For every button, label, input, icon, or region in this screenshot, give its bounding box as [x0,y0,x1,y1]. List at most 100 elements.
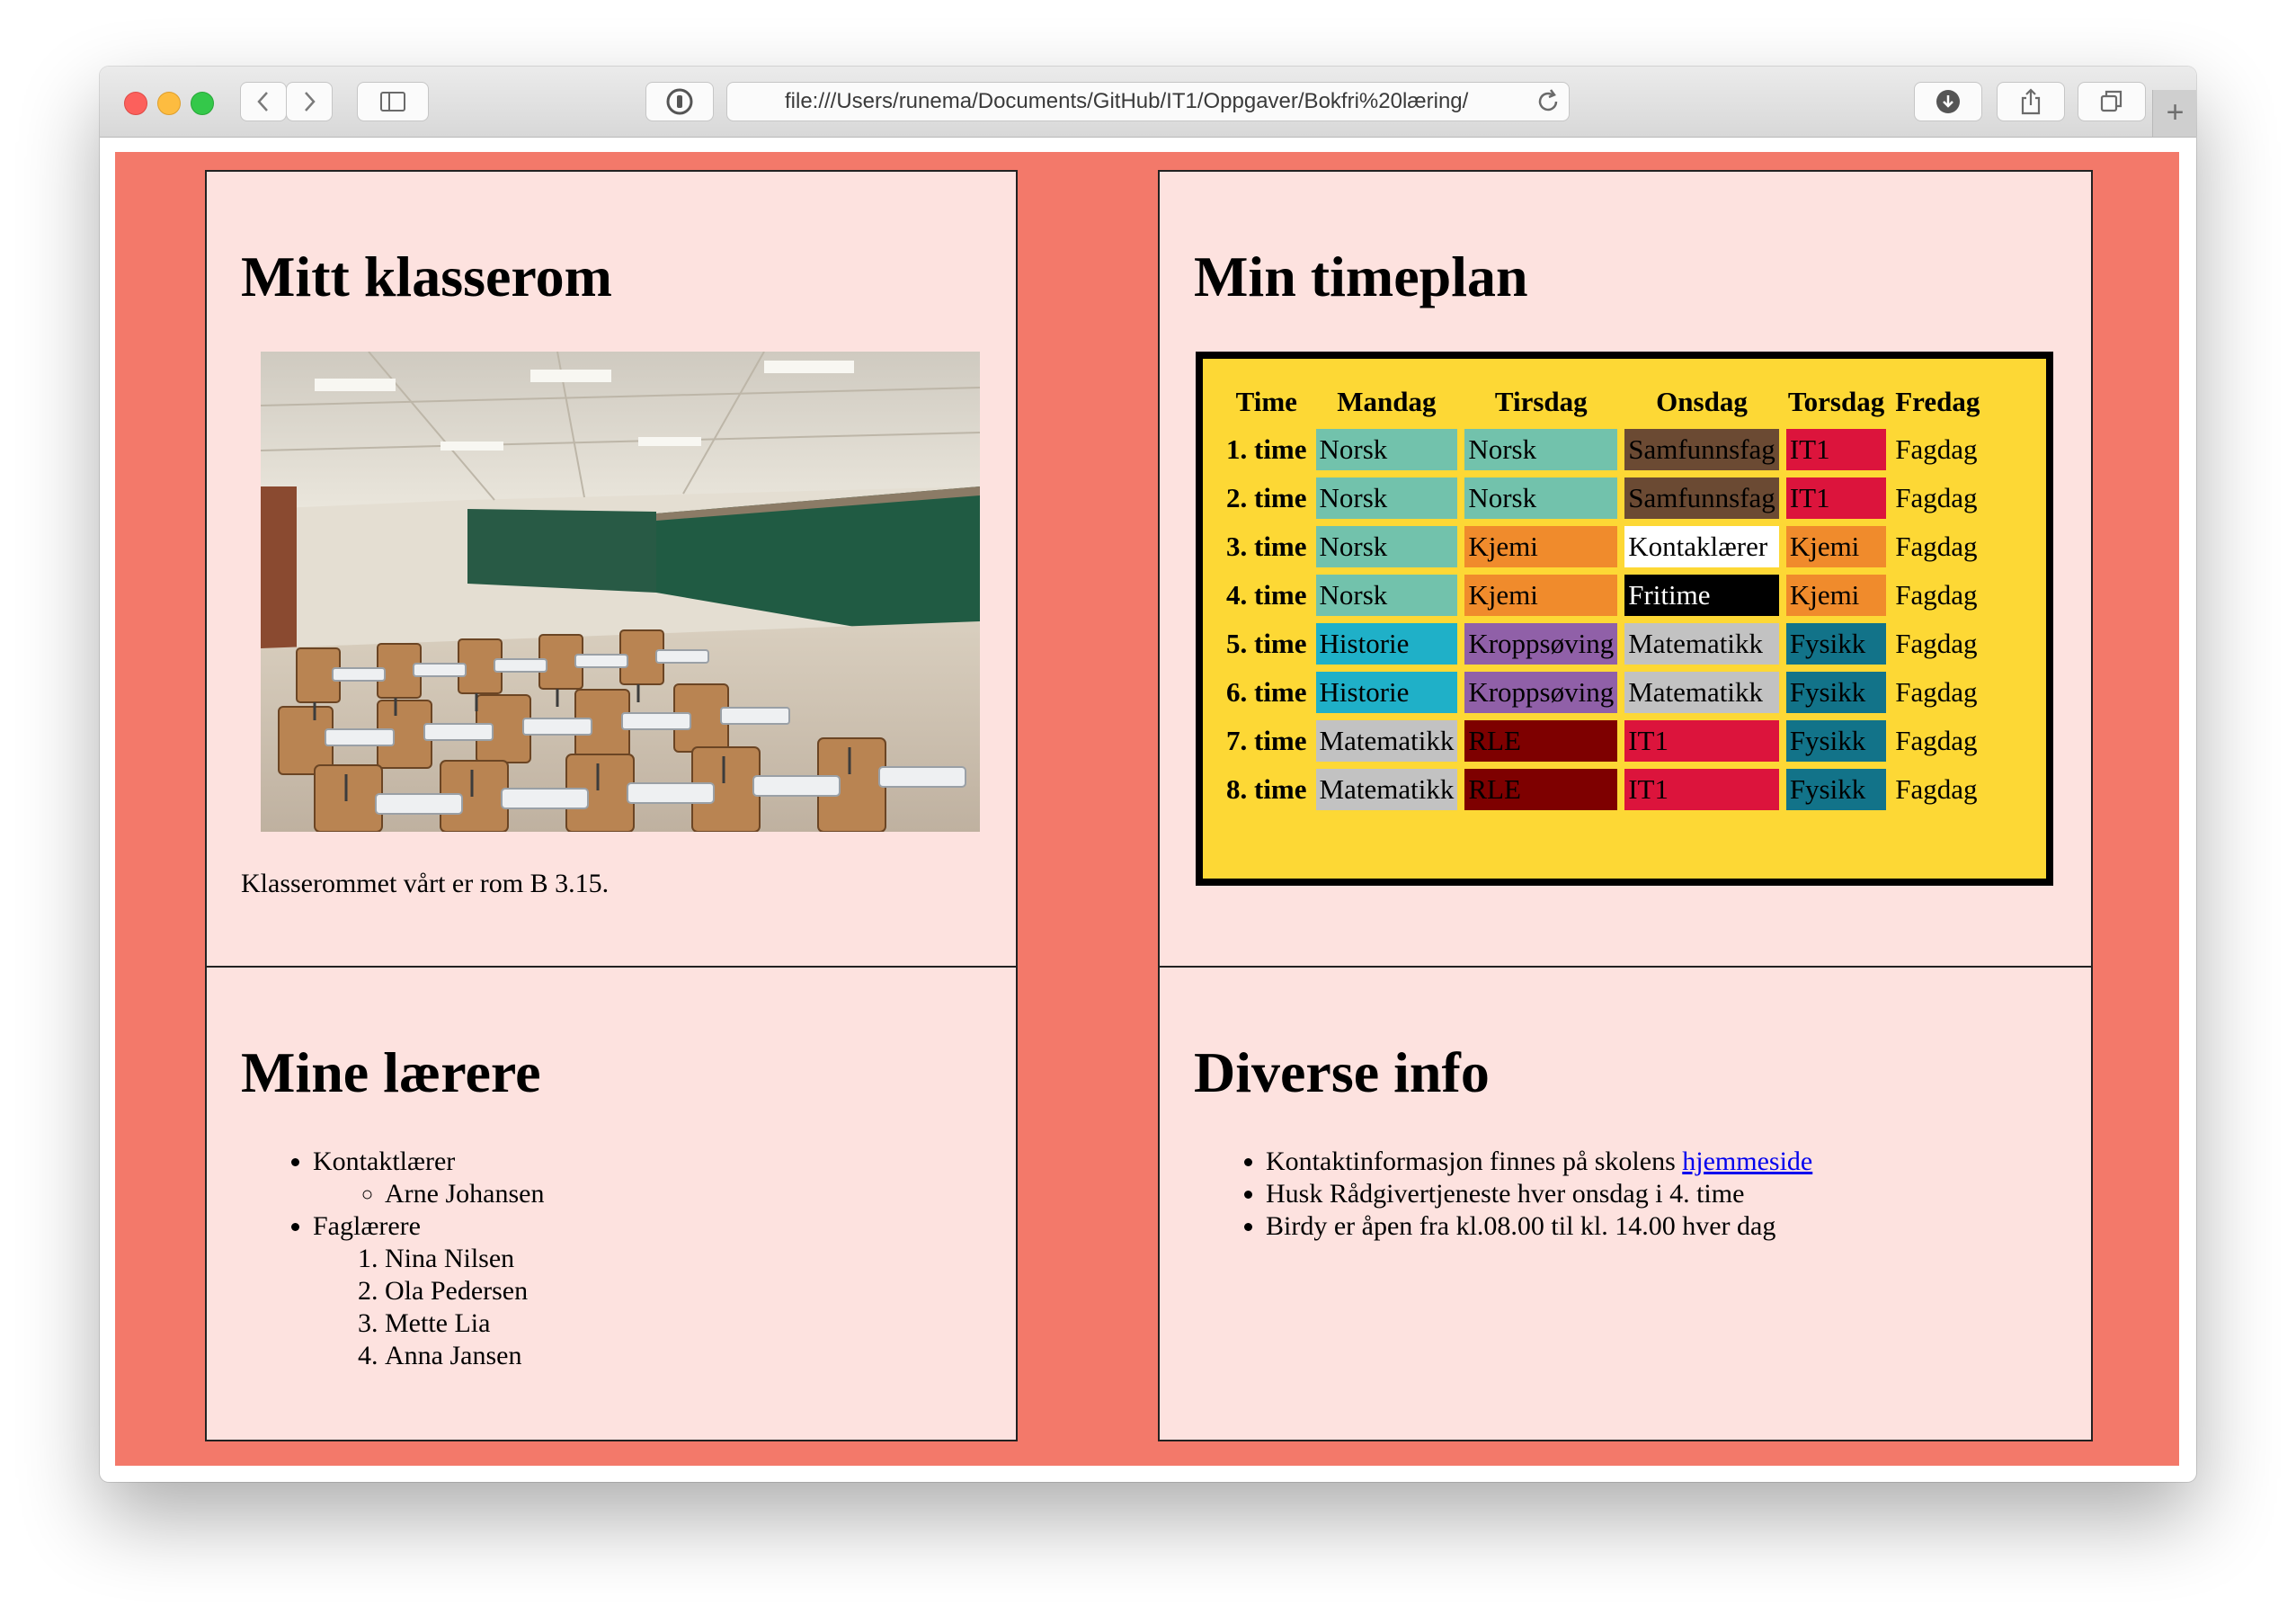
browser-toolbar: file:///Users/runema/Documents/GitHub/IT… [100,67,2196,138]
share-button[interactable] [1997,82,2065,121]
timetable-cell: Fysikk [1784,767,1889,812]
classroom-caption: Klasserommet vårt er rom B 3.15. [241,869,610,898]
teachers-list: Kontaktlærer Arne Johansen Faglærere Nin… [241,1146,544,1372]
timetable-cell: Fysikk [1784,621,1889,666]
table-row: 1. time Norsk Norsk Samfunnsfag IT1 Fagdag [1223,427,1983,472]
sidebar-toggle-button[interactable] [357,82,429,121]
timetable-header-cell: Tirsdag [1494,386,1588,417]
timetable-cell: Norsk [1313,427,1460,472]
timetable-cell: Norsk [1313,524,1460,569]
timetable-cell: Fritime [1623,573,1781,618]
homepage-link[interactable]: hjemmeside [1682,1147,1812,1176]
timetable-cell: Kroppsøving [1463,670,1620,715]
new-tab-button[interactable]: + [2152,90,2196,137]
timetable-cell: RLE [1463,767,1620,812]
timetable-cell: Matematikk [1623,621,1781,666]
list-item: Kontaktlærer Arne Johansen [313,1146,544,1210]
timetable-cell: Fagdag [1895,725,1978,756]
downloads-button[interactable] [1914,82,1982,121]
time-slot-label: 3. time [1226,531,1307,562]
subject-teachers-list: Nina Nilsen Ola Pedersen Mette Lia Anna … [313,1243,544,1372]
timetable-cell: Fagdag [1895,433,1978,465]
subject-teacher-name: Mette Lia [385,1307,544,1340]
list-item: Kontaktinformasjon finnes på skolens hje… [1266,1146,1812,1178]
contact-teacher-list: Arne Johansen [313,1178,544,1210]
timetable-header-cell: Onsdag [1656,386,1748,417]
timetable-cell: Fysikk [1784,670,1889,715]
subject-teacher-name: Nina Nilsen [385,1243,544,1275]
timetable-cell: Matematikk [1313,767,1460,812]
teachers-title: Mine lærere [241,1040,541,1104]
schedule-section: Min timeplan Time Mandag Tirsdag Onsdag Tors… [1158,170,2093,968]
password-manager-button[interactable] [645,82,714,121]
zoom-window-button[interactable] [191,92,214,115]
classroom-title: Mitt klasserom [241,245,612,308]
download-icon [1936,90,1960,113]
timetable-cell: Matematikk [1313,718,1460,763]
table-row: 7. time Matematikk RLE IT1 Fysikk Fagdag [1223,718,1983,763]
timetable-header-cell: Fredag [1895,386,1980,417]
table-row: 8. time Matematikk RLE IT1 Fysikk Fagdag [1223,767,1983,812]
contact-teacher-label: Kontaktlærer [313,1147,456,1176]
schedule-title: Min timeplan [1194,245,1528,308]
subject-teacher-name: Anna Jansen [385,1340,544,1372]
address-bar[interactable]: file:///Users/runema/Documents/GitHub/IT… [726,82,1570,121]
table-row: 3. time Norsk Kjemi Kontaklærer Kjemi Fagdag [1223,524,1983,569]
table-row: 5. time Historie Kroppsøving Matematikk Fysi… [1223,621,1983,666]
list-item: Husk Rådgivertjeneste hver onsdag i 4. t… [1266,1178,1812,1210]
timetable-cell: Kontaklærer [1623,524,1781,569]
chevron-left-icon [257,92,268,112]
tabs-overview-button[interactable] [2078,82,2146,121]
timetable-cell: Fagdag [1895,531,1978,562]
timetable-cell: Fagdag [1895,482,1978,513]
timetable-cell: Fagdag [1895,579,1978,611]
timetable-cell: RLE [1463,718,1620,763]
timetable-cell: Kjemi [1463,524,1620,569]
plus-icon: + [2166,95,2185,129]
browser-window: file:///Users/runema/Documents/GitHub/IT… [100,67,2196,1482]
timetable-cell: IT1 [1784,476,1889,521]
teachers-section: Mine lærere Kontaktlærer Arne Johansen F… [205,966,1018,1441]
timetable-cell: Norsk [1463,476,1620,521]
timetable-cell: IT1 [1784,427,1889,472]
timetable-cell: Historie [1313,621,1460,666]
timetable-cell: Fysikk [1784,718,1889,763]
timetable-cell: Fagdag [1895,676,1978,708]
reload-icon[interactable] [1533,86,1563,117]
info-section: Diverse info Kontaktinformasjon finnes p… [1158,966,2093,1441]
time-slot-label: 1. time [1226,433,1307,465]
share-icon [2021,88,2041,115]
time-slot-label: 7. time [1226,725,1307,756]
timetable-cell: Kjemi [1784,524,1889,569]
lock-circle-icon [666,88,693,115]
contact-teacher-name: Arne Johansen [385,1178,544,1210]
timetable-cell: IT1 [1623,718,1781,763]
timetable-cell: IT1 [1623,767,1781,812]
close-window-button[interactable] [124,92,147,115]
timetable-cell: Kjemi [1463,573,1620,618]
time-slot-label: 2. time [1226,482,1307,513]
timetable-header-cell: Torsdag [1787,386,1885,417]
subject-teachers-label: Faglærere [313,1211,421,1241]
classroom-photo [261,352,980,832]
timetable-cell: Fagdag [1895,628,1978,659]
page-content: Mitt klasserom Klasserommet vårt er rom … [115,152,2179,1466]
timetable-cell: Norsk [1313,476,1460,521]
time-slot-label: 4. time [1226,579,1307,611]
tabs-icon [2100,90,2122,112]
time-slot-label: 8. time [1226,773,1307,805]
timetable-header-cell: Mandag [1337,386,1437,417]
timetable-table: Time Mandag Tirsdag Onsdag Torsdag Fredag 1. … [1219,377,1987,816]
timetable-cell: Matematikk [1623,670,1781,715]
back-button[interactable] [240,82,287,121]
info-item-text: Kontaktinformasjon finnes på skolens [1266,1147,1683,1176]
table-row: 2. time Norsk Norsk Samfunnsfag IT1 Fagdag [1223,476,1983,521]
forward-button[interactable] [286,82,333,121]
timetable-header-row: Time Mandag Tirsdag Onsdag Torsdag Fredag [1223,380,1983,424]
time-slot-label: 6. time [1226,676,1307,708]
list-item: Birdy er åpen fra kl.08.00 til kl. 14.00… [1266,1210,1812,1243]
info-title: Diverse info [1194,1040,1490,1104]
timetable-cell: Kjemi [1784,573,1889,618]
minimize-window-button[interactable] [157,92,181,115]
timetable: Time Mandag Tirsdag Onsdag Torsdag Fredag 1. … [1196,352,2053,886]
